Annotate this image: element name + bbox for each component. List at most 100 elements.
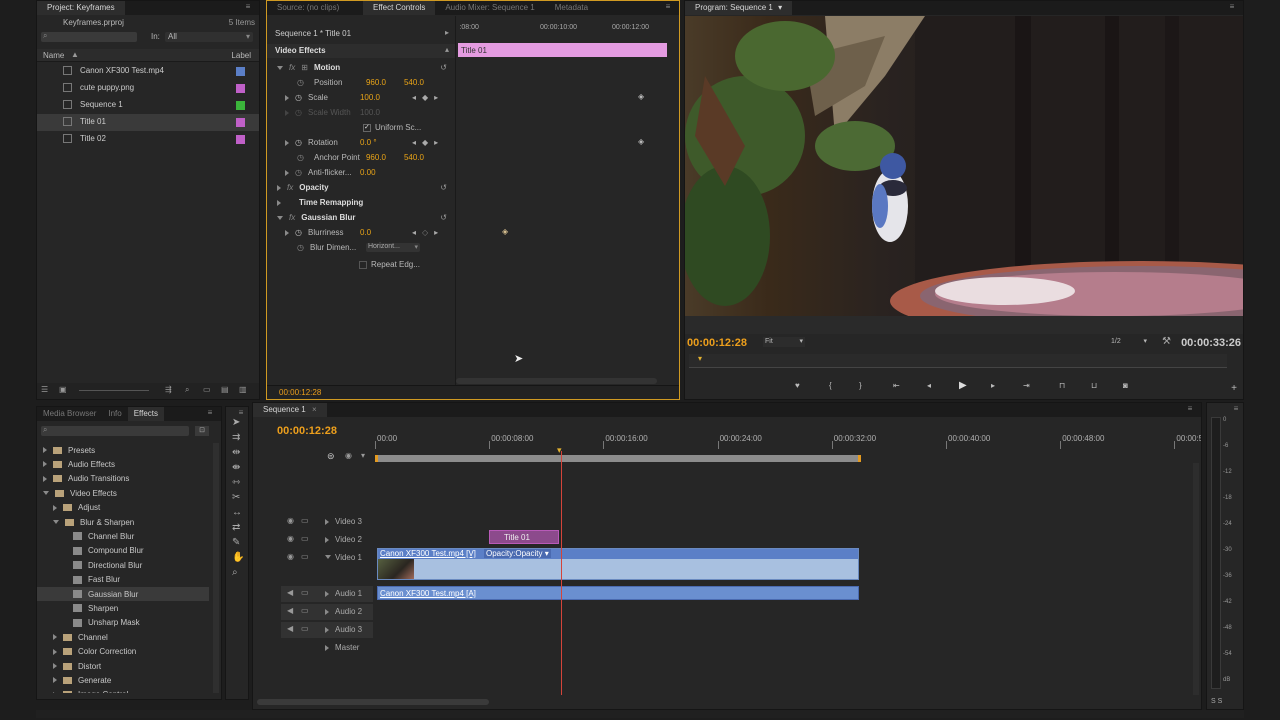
effect-item[interactable]: Directional Blur	[37, 558, 209, 572]
effect-folder[interactable]: Video Effects	[37, 486, 209, 500]
sync-lock-icon[interactable]: ▭	[301, 534, 309, 543]
title-clip-bar[interactable]: Title 01	[458, 43, 667, 57]
selection-tool-icon[interactable]: ➤	[232, 417, 244, 428]
new-item-icon[interactable]: ▤	[221, 385, 229, 394]
sync-lock-icon[interactable]: ▭	[301, 624, 309, 633]
accelerated-effects-icon[interactable]: ⊡	[195, 426, 209, 436]
expand-icon[interactable]	[53, 648, 57, 655]
expand-icon[interactable]	[285, 139, 289, 146]
track-header-master[interactable]: Master	[281, 640, 373, 656]
uniform-scale-checkbox[interactable]: ✓	[363, 123, 371, 132]
in-dropdown[interactable]: All ▾	[165, 32, 253, 42]
ec-time-ruler[interactable]: :08:00 00:00:10:00 00:00:12:00	[456, 24, 667, 38]
sync-lock-icon[interactable]: ▭	[301, 588, 309, 597]
mark-out-icon[interactable]: }	[859, 381, 862, 390]
prev-keyframe-icon[interactable]: ◂	[412, 93, 416, 102]
next-keyframe-icon[interactable]: ▸	[434, 138, 438, 147]
effect-item[interactable]: Unsharp Mask	[37, 616, 209, 630]
sync-lock-icon[interactable]: ▭	[301, 552, 309, 561]
effect-item[interactable]: Compound Blur	[37, 544, 209, 558]
ripple-edit-tool-icon[interactable]: ⇹	[232, 447, 244, 458]
panel-menu-icon[interactable]: ≡	[236, 409, 246, 417]
track-select-tool-icon[interactable]: ⇉	[232, 432, 244, 443]
fit-dropdown[interactable]: Fit ▾	[763, 337, 805, 347]
speaker-icon[interactable]: ◀	[287, 588, 293, 597]
stopwatch-icon[interactable]: ◷	[295, 168, 302, 177]
reset-icon[interactable]: ↺	[440, 63, 447, 72]
effect-folder[interactable]: Channel	[37, 630, 209, 644]
timeline-h-scroll[interactable]	[257, 699, 489, 705]
expand-icon[interactable]	[43, 447, 47, 453]
title-01-clip[interactable]: Title 01	[489, 530, 559, 544]
col-name[interactable]: Name	[43, 51, 64, 60]
expand-icon[interactable]	[53, 677, 57, 684]
label-swatch[interactable]	[236, 135, 245, 144]
automate-icon[interactable]: ⇶	[165, 385, 172, 394]
rotation-value[interactable]: 0.0 °	[360, 138, 412, 147]
rate-stretch-tool-icon[interactable]: ⇿	[232, 477, 244, 488]
position-y-value[interactable]: 540.0	[404, 78, 424, 87]
expand-icon[interactable]	[277, 215, 283, 220]
effect-folder[interactable]: Distort	[37, 659, 209, 673]
antiflicker-value[interactable]: 0.00	[360, 168, 376, 177]
position-x-value[interactable]: 960.0	[366, 78, 404, 87]
effect-folder[interactable]: Blur & Sharpen	[37, 515, 209, 529]
label-swatch[interactable]	[236, 101, 245, 110]
tab-effects[interactable]: Effects	[127, 407, 165, 421]
tab-source-no-clips[interactable]: Source: (no clips)	[267, 1, 363, 15]
slip-tool-icon[interactable]: ↔	[232, 507, 244, 518]
icon-view-icon[interactable]: ▣	[59, 385, 67, 394]
project-item[interactable]: Title 01	[37, 114, 259, 131]
expand-icon[interactable]	[285, 169, 289, 176]
close-icon[interactable]: ×	[312, 405, 317, 414]
track-header-video-3[interactable]: ◉ ▭ Video 3	[281, 514, 373, 530]
eye-icon[interactable]: ◉	[287, 516, 294, 525]
video-frame[interactable]	[685, 16, 1243, 334]
panel-menu-icon[interactable]: ≡	[1227, 3, 1237, 11]
go-to-in-icon[interactable]: ⇤	[893, 381, 900, 390]
add-keyframe-icon[interactable]: ◆	[422, 138, 428, 147]
effect-item[interactable]: Channel Blur	[37, 529, 209, 543]
expand-icon[interactable]	[53, 520, 59, 524]
expand-icon[interactable]	[277, 199, 281, 206]
col-label[interactable]: Label	[231, 51, 251, 60]
effect-item[interactable]: Fast Blur	[37, 573, 209, 587]
effect-folder[interactable]: Audio Transitions	[37, 472, 209, 486]
expand-icon[interactable]	[285, 229, 289, 236]
resolution-dropdown[interactable]: 1/2 ▾	[1109, 337, 1149, 347]
project-item[interactable]: Sequence 1	[37, 97, 259, 114]
tab-project[interactable]: Project: Keyframes	[37, 1, 125, 15]
expand-icon[interactable]	[53, 504, 57, 511]
expand-icon[interactable]	[277, 184, 281, 191]
slide-tool-icon[interactable]: ⇄	[232, 522, 244, 533]
rolling-edit-tool-icon[interactable]: ⇼	[232, 462, 244, 473]
expand-icon[interactable]	[53, 663, 57, 669]
prev-keyframe-icon[interactable]: ◂	[412, 228, 416, 237]
fx-icon[interactable]: fx	[289, 63, 295, 72]
label-swatch[interactable]	[236, 84, 245, 93]
expand-icon[interactable]	[53, 634, 57, 641]
stopwatch-on-icon[interactable]: ◷	[295, 93, 302, 102]
scroll-up-icon[interactable]: ▴	[445, 45, 449, 54]
track-header-video-2[interactable]: ◉ ▭ Video 2	[281, 532, 373, 548]
effect-folder[interactable]: Image Control	[37, 688, 209, 693]
speaker-icon[interactable]: ◀	[287, 624, 293, 633]
expand-icon[interactable]	[53, 691, 57, 693]
next-keyframe-icon[interactable]: ▸	[434, 228, 438, 237]
stopwatch-icon[interactable]: ◷	[297, 153, 304, 162]
panel-menu-icon[interactable]: ≡	[663, 3, 673, 11]
add-marker-icon[interactable]: ◉	[345, 451, 352, 460]
panel-menu-icon[interactable]: ≡	[205, 409, 215, 417]
meter-solo-buttons[interactable]: S S	[1211, 698, 1222, 705]
export-frame-icon[interactable]: ◙	[1123, 381, 1128, 390]
stopwatch-icon[interactable]: ◷	[297, 78, 304, 87]
tab-effect-controls[interactable]: Effect Controls	[363, 1, 436, 15]
add-keyframe-icon[interactable]: ◆	[422, 93, 428, 102]
go-to-out-icon[interactable]: ⇥	[1023, 381, 1030, 390]
expand-icon[interactable]	[325, 537, 329, 543]
mark-in-icon[interactable]: {	[829, 381, 832, 390]
expand-icon[interactable]	[325, 555, 331, 559]
expand-icon[interactable]	[43, 491, 49, 496]
effect-folder[interactable]: Adjust	[37, 501, 209, 515]
ec-timecode[interactable]: 00:00:12:28	[279, 388, 321, 397]
